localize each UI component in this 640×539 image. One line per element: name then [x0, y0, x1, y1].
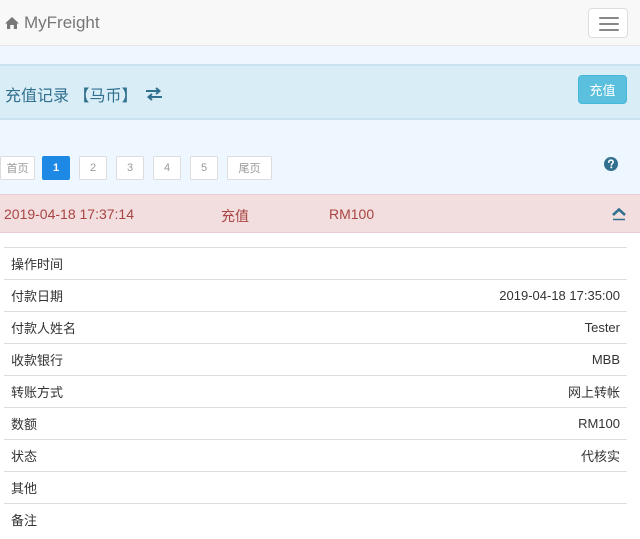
- detail-label: 转账方式: [11, 385, 64, 400]
- detail-value: RM100: [578, 416, 620, 431]
- hamburger-menu-button[interactable]: [588, 8, 628, 38]
- record-type: 充值: [221, 208, 249, 224]
- home-icon: [5, 17, 19, 29]
- question-circle-icon[interactable]: [604, 157, 618, 171]
- detail-label: 收款银行: [11, 353, 64, 368]
- detail-value: 2019-04-18 17:35:00: [499, 288, 620, 303]
- page-button-1[interactable]: 1: [42, 156, 70, 180]
- detail-row: 数额 RM100: [4, 407, 627, 439]
- page-header: 充值记录 【马币】 充值: [0, 64, 640, 120]
- swap-arrows-icon[interactable]: [145, 87, 163, 101]
- detail-value: Tester: [584, 320, 620, 335]
- navbar: MyFreight: [0, 0, 640, 46]
- detail-row: 操作时间: [4, 247, 627, 279]
- detail-row: 付款人姓名 Tester: [4, 311, 627, 343]
- page-button-2[interactable]: 2: [79, 156, 107, 180]
- page-button-3[interactable]: 3: [116, 156, 144, 180]
- detail-row: 备注: [4, 503, 627, 535]
- brand-name: MyFreight: [24, 13, 100, 32]
- detail-row: 收款银行 MBB: [4, 343, 627, 375]
- detail-label: 状态: [11, 449, 38, 464]
- detail-row: 状态 代核实: [4, 439, 627, 471]
- first-page-button[interactable]: 首页: [0, 156, 35, 180]
- page-title: 充值记录 【马币】: [5, 82, 163, 106]
- detail-label: 操作时间: [11, 257, 64, 272]
- detail-label: 其他: [11, 481, 38, 496]
- page-button-4[interactable]: 4: [153, 156, 181, 180]
- detail-value: MBB: [591, 352, 620, 367]
- record-details: 操作时间 付款日期 2019-04-18 17:35:00 付款人姓名 Test…: [4, 247, 627, 535]
- detail-row: 转账方式 网上转帐: [4, 375, 627, 407]
- page-title-text: 充值记录 【马币】: [5, 88, 138, 105]
- top-spacer: [0, 46, 640, 64]
- brand-link[interactable]: MyFreight: [4, 13, 100, 33]
- chevron-up-icon[interactable]: [611, 207, 627, 221]
- detail-row: 付款日期 2019-04-18 17:35:00: [4, 279, 627, 311]
- last-page-button[interactable]: 尾页: [227, 156, 272, 180]
- record-summary-row[interactable]: 2019-04-18 17:37:14 充值 RM100: [0, 194, 640, 233]
- record-time: 2019-04-18 17:37:14: [4, 206, 134, 222]
- recharge-button[interactable]: 充值: [578, 75, 627, 104]
- detail-label: 备注: [11, 513, 38, 528]
- detail-row: 其他: [4, 471, 627, 503]
- detail-label: 付款人姓名: [11, 321, 77, 336]
- detail-value: 代核实: [580, 449, 620, 464]
- detail-value: 网上转帐: [567, 385, 620, 400]
- hamburger-menu-icon: [599, 17, 619, 19]
- pagination: 首页 1 2 3 4 5 尾页: [0, 156, 281, 180]
- detail-label: 数额: [11, 417, 38, 432]
- record-amount: RM100: [329, 206, 375, 222]
- detail-label: 付款日期: [11, 289, 64, 304]
- page-button-5[interactable]: 5: [190, 156, 218, 180]
